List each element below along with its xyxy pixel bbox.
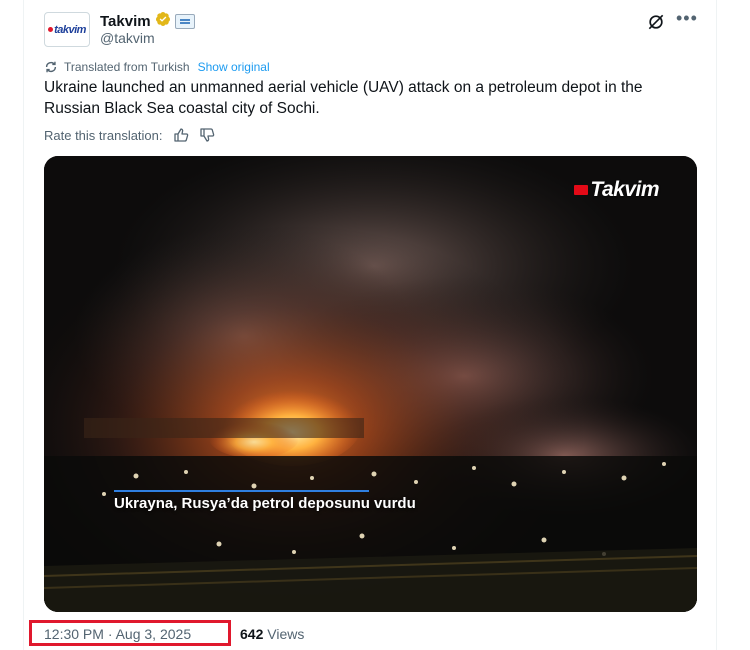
translate-icon (45, 61, 57, 73)
views-label: Views (267, 626, 305, 642)
author-name-row: Takvim (100, 11, 195, 32)
tweet-media-video[interactable]: Takvim Ukrayna, Rusya’da petrol deposunu… (44, 156, 697, 612)
avatar[interactable]: takvim (44, 12, 90, 47)
views-number: 642 (240, 626, 264, 642)
author-handle[interactable]: @takvim (100, 30, 155, 46)
show-original-link[interactable]: Show original (198, 60, 270, 74)
video-subtitle: Ukrayna, Rusya’da petrol deposunu vurdu (114, 495, 416, 512)
subtitle-accent-line (114, 490, 369, 492)
card-border-right (716, 0, 717, 650)
verified-icon[interactable] (155, 11, 171, 32)
media-scene (44, 156, 697, 612)
thumbs-up-icon[interactable] (173, 127, 189, 143)
tweet-text: Ukraine launched an unmanned aerial vehi… (44, 79, 643, 117)
more-icon[interactable]: ••• (676, 8, 698, 29)
author-display-name[interactable]: Takvim (100, 13, 151, 30)
rate-translation-row: Rate this translation: (44, 127, 215, 143)
grok-icon[interactable] (646, 12, 666, 32)
views-count: 642 Views (240, 626, 304, 642)
affiliate-badge-icon[interactable] (174, 14, 195, 29)
takvim-watermark: Takvim (574, 178, 659, 202)
thumbs-down-icon[interactable] (199, 127, 215, 143)
avatar-logo: takvim (48, 24, 86, 36)
translation-notice: Translated from Turkish Show original (44, 60, 270, 74)
card-border-left (23, 0, 24, 650)
rate-translation-label: Rate this translation: (44, 127, 163, 143)
tweet-timestamp[interactable]: 12:30 PM · Aug 3, 2025 (44, 626, 191, 642)
translation-label: Translated from Turkish (64, 60, 190, 74)
